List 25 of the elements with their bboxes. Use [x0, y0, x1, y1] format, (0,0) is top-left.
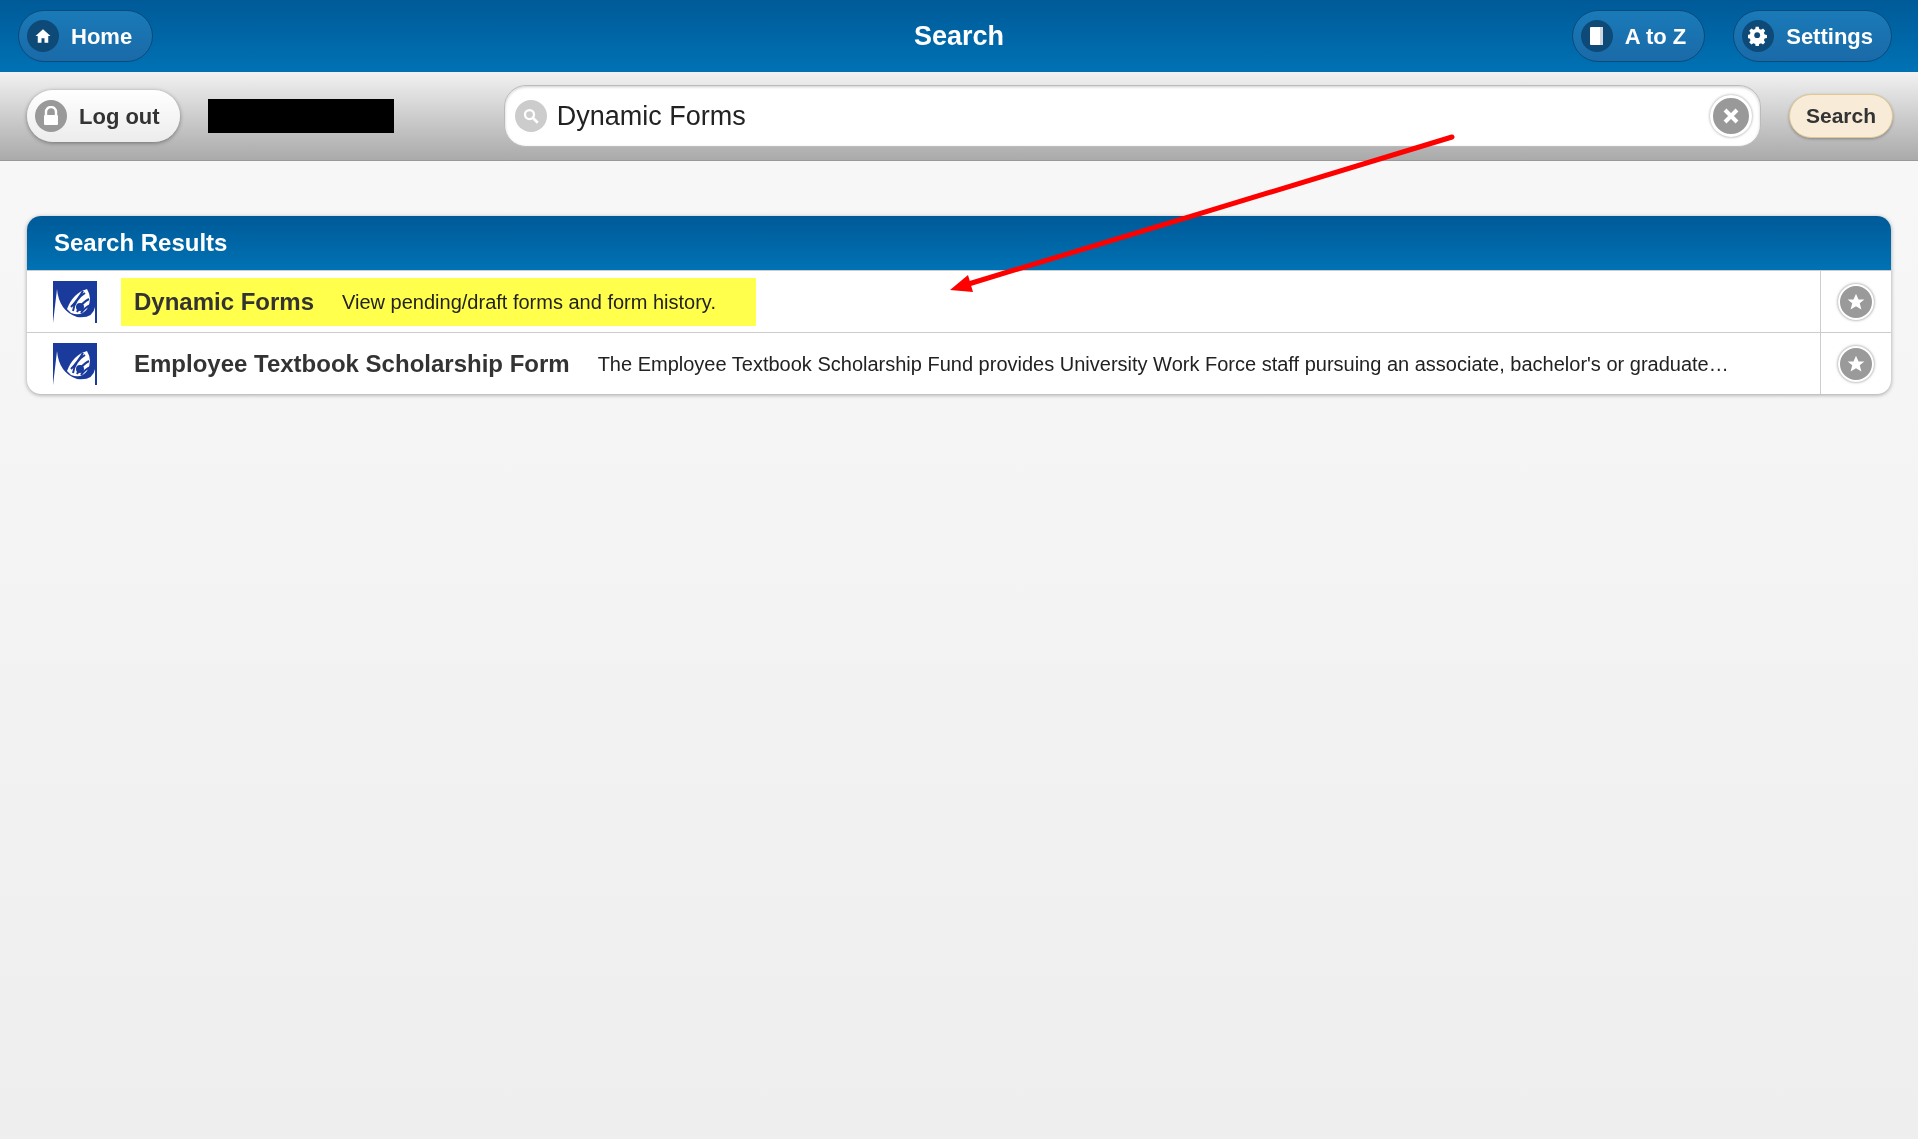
- search-field[interactable]: Dynamic Forms: [556, 95, 1710, 137]
- book-icon: [1580, 20, 1613, 52]
- gear-icon: [1742, 20, 1775, 52]
- settings-button[interactable]: Settings: [1733, 10, 1892, 62]
- results-title: Search Results: [54, 228, 228, 258]
- result-name: Dynamic Forms: [134, 286, 315, 317]
- close-icon: [1721, 107, 1740, 125]
- result-item[interactable]: Employee Textbook Scholarship Form The Employee Textbook Scholarship Fund provides University Work Force staff pursuing an associate, bachelor's or graduate…: [27, 339, 1820, 388]
- result-description: View pending/draft forms and form history.: [342, 289, 716, 315]
- home-icon: [27, 20, 59, 52]
- favorite-star-button[interactable]: [1838, 283, 1874, 320]
- a-to-z-button[interactable]: A to Z: [1571, 10, 1706, 62]
- lock-icon: [35, 100, 67, 132]
- result-name: Employee Textbook Scholarship Form: [134, 348, 570, 379]
- search-button[interactable]: Search: [1788, 94, 1893, 138]
- search-bar[interactable]: Dynamic Forms: [503, 85, 1761, 147]
- logout-button[interactable]: Log out: [27, 90, 180, 142]
- result-description: The Employee Textbook Scholarship Fund provides University Work Force staff pursuing an associate, bachelor's or graduate…: [597, 351, 1729, 377]
- search-icon: [514, 100, 547, 132]
- home-button[interactable]: Home: [18, 10, 154, 62]
- result-item[interactable]: Dynamic Forms View pending/draft forms and form history.: [27, 277, 1820, 326]
- page-title: Search: [913, 20, 1005, 53]
- shell-logo-icon: [53, 342, 97, 385]
- favorite-star-button[interactable]: [1838, 345, 1874, 382]
- shell-logo-icon: [53, 280, 97, 323]
